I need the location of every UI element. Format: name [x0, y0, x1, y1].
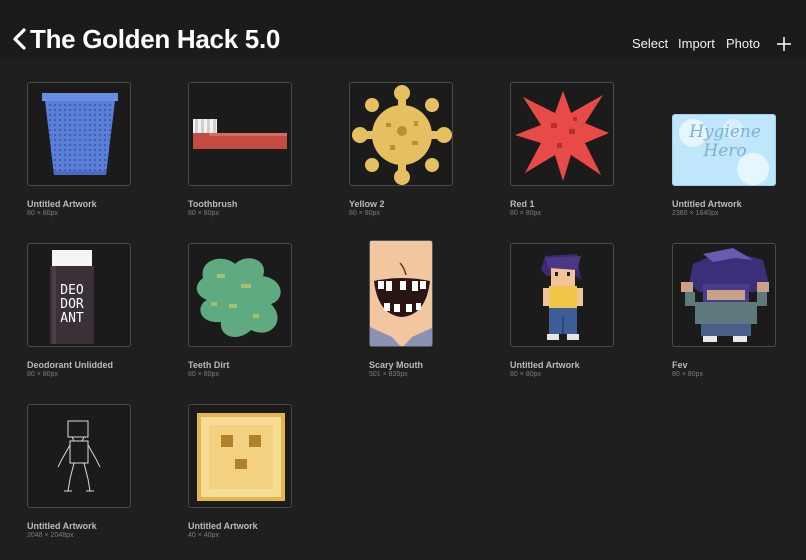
- chevron-left-icon[interactable]: [10, 24, 30, 54]
- character-artwork-icon: [541, 254, 583, 340]
- artwork-name: Teeth Dirt: [188, 360, 230, 370]
- artwork-dimensions: 80 × 80px: [672, 371, 703, 378]
- fev-character-artwork-icon: [681, 248, 769, 342]
- artwork-name: Untitled Artwork: [510, 360, 580, 370]
- plus-icon[interactable]: [776, 36, 792, 52]
- artwork-name: Yellow 2: [349, 199, 385, 209]
- artwork-thumbnail[interactable]: [188, 243, 292, 347]
- trash-can-artwork-icon: [42, 93, 118, 175]
- artwork-thumbnail[interactable]: Hygiene Hero: [672, 114, 776, 186]
- artwork-thumbnail[interactable]: [188, 82, 292, 186]
- artwork-thumbnail[interactable]: [188, 404, 292, 508]
- artwork-thumbnail[interactable]: DEO DOR ANT: [27, 243, 131, 347]
- select-button[interactable]: Select: [632, 36, 668, 51]
- artwork-dimensions: 2048 × 2048px: [27, 532, 74, 539]
- artwork-thumbnail[interactable]: [27, 404, 131, 508]
- artwork-dimensions: 80 × 80px: [510, 210, 541, 217]
- artwork-thumbnail[interactable]: [510, 82, 614, 186]
- artwork-name: Untitled Artwork: [27, 199, 97, 209]
- artwork-dimensions: 2360 × 1640px: [672, 210, 719, 217]
- artwork-thumbnail[interactable]: [510, 243, 614, 347]
- scary-mouth-artwork-icon: [370, 241, 432, 346]
- artwork-name: Toothbrush: [188, 199, 238, 209]
- artwork-dimensions: 40 × 40px: [188, 532, 219, 539]
- yellow-germ-artwork-icon: [352, 85, 452, 185]
- artwork-dimensions: 80 × 80px: [188, 371, 219, 378]
- toothbrush-artwork-icon: [193, 119, 287, 149]
- artwork-dimensions: 80 × 80px: [349, 210, 380, 217]
- artwork-name: Fev: [672, 360, 688, 370]
- artwork-thumbnail[interactable]: [369, 240, 433, 347]
- artwork-name: Untitled Artwork: [188, 521, 258, 531]
- red-germ-artwork-icon: [515, 91, 609, 181]
- artwork-dimensions: 80 × 80px: [27, 210, 58, 217]
- artwork-dimensions: 80 × 80px: [510, 371, 541, 378]
- toast-face-artwork-icon: [197, 413, 285, 501]
- artwork-thumbnail[interactable]: [27, 82, 131, 186]
- artwork-thumbnail[interactable]: [349, 82, 453, 186]
- page-title: The Golden Hack 5.0: [30, 24, 281, 54]
- artwork-name: Red 1: [510, 199, 535, 209]
- artwork-caption: Hygiene Hero: [689, 122, 761, 161]
- artwork-caption: DEO DOR ANT: [60, 283, 84, 326]
- artwork-dimensions: 80 × 80px: [27, 371, 58, 378]
- artwork-name: Scary Mouth: [369, 360, 424, 370]
- artwork-dimensions: 80 × 80px: [188, 210, 219, 217]
- gallery-header: The Golden Hack 5.0 Select Import Photo: [0, 0, 806, 60]
- photo-button[interactable]: Photo: [726, 36, 760, 51]
- import-button[interactable]: Import: [678, 36, 715, 51]
- artwork-dimensions: 501 × 835px: [369, 371, 408, 378]
- artwork-name: Untitled Artwork: [672, 199, 742, 209]
- artwork-name: Untitled Artwork: [27, 521, 97, 531]
- artwork-thumbnail[interactable]: [672, 243, 776, 347]
- artwork-name: Deodorant Unlidded: [27, 360, 113, 370]
- green-dirt-artwork-icon: [196, 258, 281, 337]
- sketch-figure-artwork-icon: [57, 420, 101, 492]
